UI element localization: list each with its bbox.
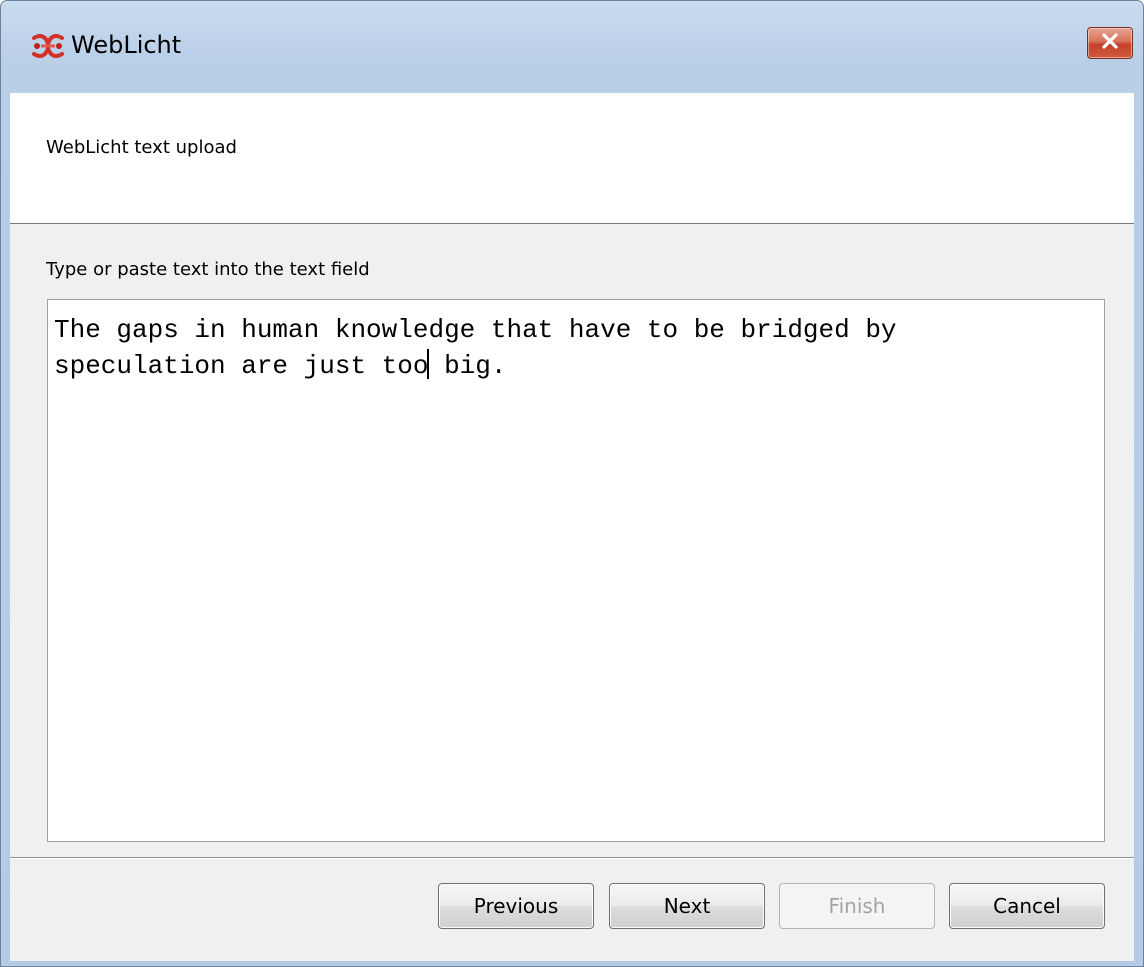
wizard-header-panel: WebLicht text upload: [10, 93, 1134, 224]
dialog-content: WebLicht text upload Type or paste text …: [10, 93, 1134, 961]
wizard-step-title: WebLicht text upload: [46, 137, 237, 158]
dialog-window: WebLicht WebLicht text upload Type or pa…: [0, 0, 1144, 967]
cancel-button[interactable]: Cancel: [949, 883, 1105, 929]
text-content-after-caret: big.: [428, 351, 507, 381]
previous-button[interactable]: Previous: [438, 883, 594, 929]
close-icon: [1101, 32, 1119, 54]
text-field-instruction: Type or paste text into the text field: [46, 259, 370, 280]
finish-button: Finish: [779, 883, 935, 929]
window-title: WebLicht: [71, 31, 182, 59]
next-button[interactable]: Next: [609, 883, 765, 929]
weblicht-logo-icon: [31, 32, 65, 60]
close-button[interactable]: [1087, 27, 1133, 59]
button-bar-separator: [10, 857, 1134, 858]
text-input-area[interactable]: The gaps in human knowledge that have to…: [47, 299, 1105, 842]
title-bar[interactable]: WebLicht: [1, 1, 1143, 93]
